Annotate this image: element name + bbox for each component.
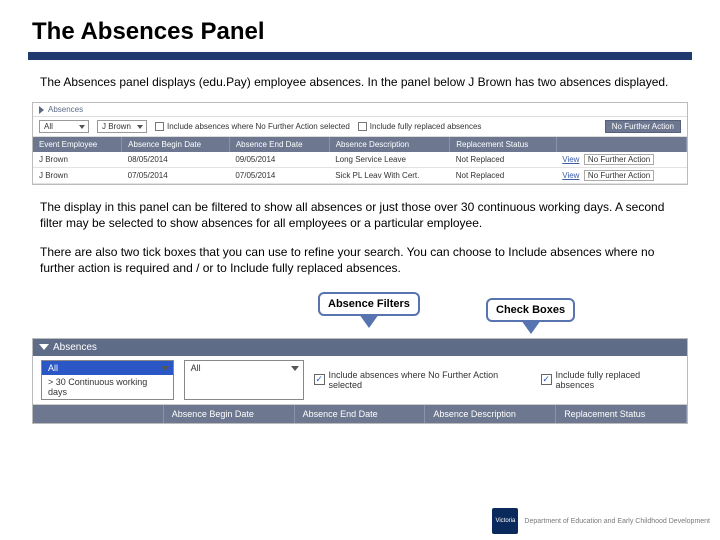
panel2-title: Absences [53, 342, 97, 353]
panel1-filter-row: All J Brown Include absences where No Fu… [33, 116, 687, 137]
intro-text: The Absences panel displays (edu.Pay) em… [40, 74, 680, 90]
chk-replaced-wrap[interactable]: Include fully replaced absences [541, 360, 679, 400]
cell-end: 07/05/2014 [229, 168, 329, 184]
col-status: Replacement Status [450, 137, 557, 152]
panel1-title: Absences [48, 105, 83, 114]
collapse-icon[interactable] [39, 344, 49, 350]
para-tickboxes: There are also two tick boxes that you c… [40, 244, 680, 276]
checkbox-icon[interactable] [358, 122, 367, 131]
col-begin: Absence Begin Date [122, 137, 230, 152]
view-link[interactable]: View [562, 155, 579, 164]
panel2-columns: Absence Begin Date Absence End Date Abse… [33, 405, 687, 423]
panel2-header: Absences [33, 339, 687, 356]
no-further-action-button[interactable]: No Further Action [605, 120, 681, 133]
filter-scope-dropdown[interactable]: All [39, 120, 89, 133]
chk-replaced-label: Include fully replaced absences [370, 122, 482, 131]
page-title: The Absences Panel [28, 18, 692, 46]
absences-panel-1: Absences All J Brown Include absences wh… [32, 102, 688, 185]
view-link[interactable]: View [562, 171, 579, 180]
callouts: Absence Filters Check Boxes [28, 292, 692, 338]
chk-nfa-wrap[interactable]: Include absences where No Further Action… [155, 122, 350, 131]
cell-end: 09/05/2014 [229, 152, 329, 168]
filter-employee-dropdown[interactable]: J Brown [97, 120, 147, 133]
table-row: J Brown 08/05/2014 09/05/2014 Long Servi… [33, 152, 687, 168]
filter-employee-dropdown[interactable]: All [184, 360, 304, 400]
victoria-logo: Victoria [492, 508, 518, 534]
callout-checkboxes: Check Boxes [486, 298, 575, 322]
chk-nfa-label: Include absences where No Further Action… [167, 122, 350, 131]
table-row: J Brown 07/05/2014 07/05/2014 Sick PL Le… [33, 168, 687, 184]
filter-scope-dropdown-open[interactable]: All > 30 Continuous working days [41, 360, 174, 400]
footer-text: Department of Education and Early Childh… [524, 518, 710, 525]
cell-emp: J Brown [33, 168, 122, 184]
checkbox-icon[interactable] [155, 122, 164, 131]
absences-table: Event Employee Absence Begin Date Absenc… [33, 137, 687, 184]
panel2-filter-row: All > 30 Continuous working days All Inc… [33, 356, 687, 405]
title-rule [28, 52, 692, 60]
chk-replaced-wrap[interactable]: Include fully replaced absences [358, 122, 482, 131]
cell-status: Not Replaced [450, 168, 557, 184]
chk-nfa-label: Include absences where No Further Action… [329, 370, 531, 390]
col-desc: Absence Description [425, 405, 556, 423]
col-employee: Event Employee [33, 137, 122, 152]
cell-desc: Sick PL Leav With Cert. [329, 168, 450, 184]
cell-desc: Long Service Leave [329, 152, 450, 168]
absences-panel-2: Absences All > 30 Continuous working day… [32, 338, 688, 424]
col-status: Replacement Status [556, 405, 687, 423]
cell-begin: 07/05/2014 [122, 168, 230, 184]
panel1-header: Absences [33, 103, 687, 116]
dropdown-option[interactable]: > 30 Continuous working days [42, 375, 173, 399]
callout-filters: Absence Filters [318, 292, 420, 316]
col-begin: Absence Begin Date [164, 405, 295, 423]
chk-replaced-label: Include fully replaced absences [556, 370, 679, 390]
collapse-icon[interactable] [39, 106, 44, 114]
row-action[interactable]: No Further Action [584, 154, 654, 165]
dropdown-selected[interactable]: All [42, 361, 173, 375]
col-end: Absence End Date [295, 405, 426, 423]
footer: Victoria Department of Education and Ear… [492, 508, 710, 534]
cell-emp: J Brown [33, 152, 122, 168]
chk-nfa-wrap[interactable]: Include absences where No Further Action… [314, 360, 531, 400]
col-blank [33, 405, 164, 423]
col-desc: Absence Description [329, 137, 450, 152]
checkbox-icon[interactable] [541, 374, 552, 385]
col-actions [556, 137, 686, 152]
row-action[interactable]: No Further Action [584, 170, 654, 181]
cell-begin: 08/05/2014 [122, 152, 230, 168]
cell-status: Not Replaced [450, 152, 557, 168]
para-filters: The display in this panel can be filtere… [40, 199, 680, 231]
checkbox-icon[interactable] [314, 374, 325, 385]
col-end: Absence End Date [229, 137, 329, 152]
